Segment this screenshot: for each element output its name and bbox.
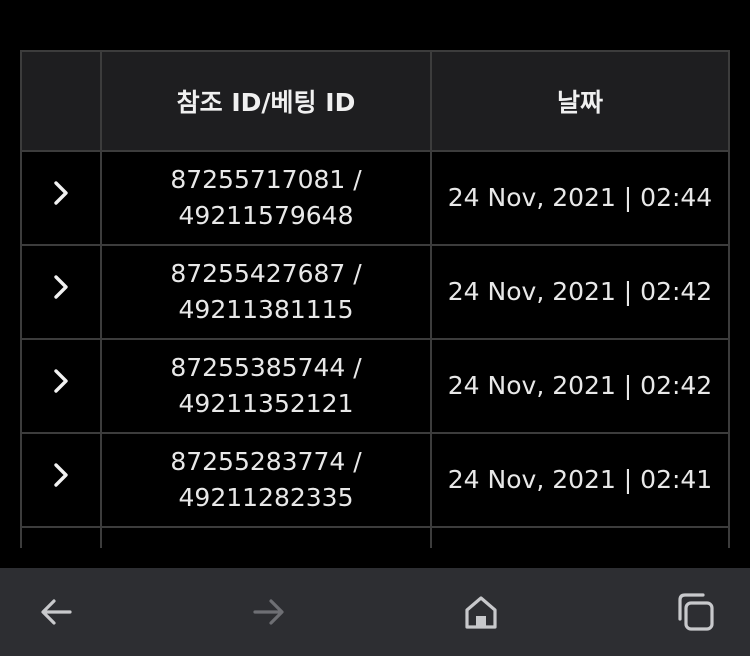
forward-button[interactable] (241, 584, 297, 640)
browser-nav-bar (0, 568, 750, 656)
row-ids: 87255385744 / 49211352121 (100, 338, 432, 434)
table-header-row: 참조 ID/베팅 ID 날짜 (20, 50, 730, 152)
chevron-right-icon[interactable] (50, 272, 72, 302)
row-ids: 87255717081 / 49211579648 (100, 150, 432, 246)
table-row-partial[interactable] (20, 526, 730, 548)
table-row[interactable]: 87255717081 / 49211579648 24 Nov, 2021 |… (20, 150, 730, 246)
back-button[interactable] (28, 584, 84, 640)
header-expand (20, 50, 102, 152)
table-row[interactable]: 87255385744 / 49211352121 24 Nov, 2021 |… (20, 338, 730, 434)
row-date: 24 Nov, 2021 | 02:42 (430, 338, 730, 434)
chevron-right-icon[interactable] (50, 178, 72, 208)
home-button[interactable] (453, 584, 509, 640)
header-ids: 참조 ID/베팅 ID (100, 50, 432, 152)
tabs-button[interactable] (666, 584, 722, 640)
bet-history-table: 참조 ID/베팅 ID 날짜 87255717081 / 49211579648… (20, 50, 730, 548)
row-expand-cell[interactable] (20, 244, 102, 340)
row-ids: 87255427687 / 49211381115 (100, 244, 432, 340)
row-date (430, 526, 730, 548)
page-viewport: 참조 ID/베팅 ID 날짜 87255717081 / 49211579648… (0, 0, 750, 548)
row-expand-cell[interactable] (20, 432, 102, 528)
table-row[interactable]: 87255283774 / 49211282335 24 Nov, 2021 |… (20, 432, 730, 528)
row-date: 24 Nov, 2021 | 02:41 (430, 432, 730, 528)
chevron-right-icon[interactable] (50, 366, 72, 396)
row-expand-cell[interactable] (20, 150, 102, 246)
header-date: 날짜 (430, 50, 730, 152)
row-ids (100, 526, 432, 548)
tabs-icon[interactable] (670, 588, 718, 636)
chevron-right-icon[interactable] (50, 460, 72, 490)
row-date: 24 Nov, 2021 | 02:44 (430, 150, 730, 246)
table-row[interactable]: 87255427687 / 49211381115 24 Nov, 2021 |… (20, 244, 730, 340)
arrow-right-icon[interactable] (249, 592, 289, 632)
row-expand-cell[interactable] (20, 526, 102, 548)
arrow-left-icon[interactable] (36, 592, 76, 632)
row-expand-cell[interactable] (20, 338, 102, 434)
home-icon[interactable] (459, 590, 503, 634)
row-ids: 87255283774 / 49211282335 (100, 432, 432, 528)
row-date: 24 Nov, 2021 | 02:42 (430, 244, 730, 340)
